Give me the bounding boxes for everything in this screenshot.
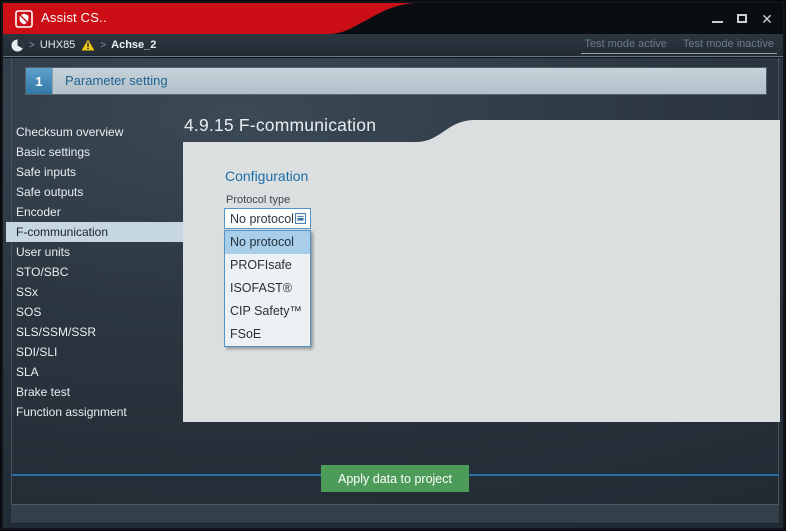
sidebar-item-function-assignment[interactable]: Function assignment bbox=[6, 402, 185, 422]
minimize-icon bbox=[712, 21, 723, 23]
sidebar-item-f-communication[interactable]: F-communication bbox=[6, 222, 185, 242]
sidebar-nav: Checksum overview Basic settings Safe in… bbox=[6, 122, 185, 422]
content-panel: Configuration Protocol type No protocol … bbox=[183, 142, 780, 422]
option-fsoe[interactable]: FSoE bbox=[225, 323, 310, 346]
test-mode-tabs: Test mode active Test mode inactive bbox=[581, 38, 777, 54]
breadcrumb-separator: > bbox=[29, 40, 35, 51]
status-bar bbox=[11, 504, 779, 524]
protocol-dropdown-list: No protocol PROFIsafe ISOFAST® CIP Safet… bbox=[224, 230, 311, 347]
sidebar-item-brake-test[interactable]: Brake test bbox=[6, 382, 185, 402]
sidebar-item-encoder[interactable]: Encoder bbox=[6, 202, 185, 222]
breadcrumb-device[interactable]: UHX85 bbox=[40, 39, 75, 51]
sidebar-item-sls-ssm-ssr[interactable]: SLS/SSM/SSR bbox=[6, 322, 185, 342]
main-area: 1 Parameter setting Checksum overview Ba… bbox=[3, 58, 783, 528]
device-icon bbox=[11, 39, 24, 52]
sidebar-item-sto-sbc[interactable]: STO/SBC bbox=[6, 262, 185, 282]
sidebar-item-sdi-sli[interactable]: SDI/SLI bbox=[6, 342, 185, 362]
breadcrumb: > UHX85 > Achse_2 Test mode active Test … bbox=[3, 34, 783, 57]
close-button[interactable]: ✕ bbox=[759, 11, 775, 27]
protocol-type-label: Protocol type bbox=[226, 194, 290, 206]
app-window: Assist CS.. ✕ > UHX85 > Achse_2 Test mod… bbox=[0, 0, 786, 531]
app-title: Assist CS.. bbox=[41, 10, 107, 25]
close-icon: ✕ bbox=[761, 12, 773, 26]
protocol-type-combobox[interactable]: No protocol bbox=[224, 208, 311, 229]
breadcrumb-separator: > bbox=[100, 40, 106, 51]
title-bar: Assist CS.. ✕ bbox=[3, 3, 783, 34]
minimize-button[interactable] bbox=[709, 11, 725, 27]
sidebar-item-ssx[interactable]: SSx bbox=[6, 282, 185, 302]
sidebar-item-sos[interactable]: SOS bbox=[6, 302, 185, 322]
option-isofast[interactable]: ISOFAST® bbox=[225, 277, 310, 300]
option-profisafe[interactable]: PROFIsafe bbox=[225, 254, 310, 277]
apply-data-button[interactable]: Apply data to project bbox=[321, 465, 469, 492]
step-label: Parameter setting bbox=[52, 68, 766, 94]
warning-triangle-icon bbox=[81, 39, 95, 51]
tab-test-mode-active[interactable]: Test mode active bbox=[584, 38, 667, 50]
app-logo-shield-icon bbox=[15, 10, 33, 28]
tab-test-mode-inactive[interactable]: Test mode inactive bbox=[683, 38, 774, 50]
sidebar-item-safe-outputs[interactable]: Safe outputs bbox=[6, 182, 185, 202]
sidebar-item-sla[interactable]: SLA bbox=[6, 362, 185, 382]
dropdown-list-icon bbox=[295, 213, 306, 224]
page-title: 4.9.15 F-communication bbox=[184, 115, 376, 136]
combobox-value: No protocol bbox=[230, 212, 294, 226]
sidebar-item-checksum-overview[interactable]: Checksum overview bbox=[6, 122, 185, 142]
window-controls: ✕ bbox=[709, 3, 775, 34]
sidebar-item-user-units[interactable]: User units bbox=[6, 242, 185, 262]
section-title: Configuration bbox=[225, 168, 308, 184]
option-cip-safety[interactable]: CIP Safety™ bbox=[225, 300, 310, 323]
step-bar-parameter-setting[interactable]: 1 Parameter setting bbox=[26, 68, 766, 94]
sidebar-item-safe-inputs[interactable]: Safe inputs bbox=[6, 162, 185, 182]
maximize-button[interactable] bbox=[734, 11, 750, 27]
maximize-icon bbox=[737, 14, 747, 23]
option-no-protocol[interactable]: No protocol bbox=[225, 231, 310, 254]
breadcrumb-axis[interactable]: Achse_2 bbox=[111, 39, 156, 51]
step-number-badge: 1 bbox=[26, 68, 52, 94]
sidebar-item-basic-settings[interactable]: Basic settings bbox=[6, 142, 185, 162]
